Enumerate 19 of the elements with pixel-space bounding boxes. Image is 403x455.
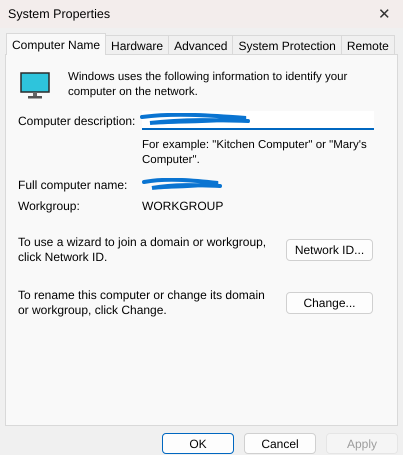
tab[interactable]: Remote [340, 35, 395, 54]
close-button[interactable]: ✕ [374, 5, 395, 23]
field-label: Workgroup: [18, 199, 81, 213]
dialog-button[interactable]: OK [162, 433, 234, 454]
field-label: Computer description: [18, 114, 136, 128]
instruction-text: To rename this computer or change its domain or workgroup, click Change. [18, 288, 266, 318]
instruction-text: To use a wizard to join a domain or workgroup, click Network ID. [18, 235, 268, 265]
tab[interactable]: System Protection [232, 35, 342, 54]
action-button[interactable]: Change... [286, 292, 373, 314]
tab[interactable]: Computer Name [6, 33, 106, 55]
window-title: System Properties [8, 7, 110, 21]
workgroup-value: WORKGROUP [142, 199, 224, 213]
field-label: Full computer name: [18, 178, 128, 192]
action-button[interactable]: Network ID... [286, 239, 373, 261]
monitor-icon [20, 72, 50, 100]
dialog-button[interactable]: Cancel [244, 433, 316, 454]
hint-text: For example: "Kitchen Computer" or "Mary's Computer". [142, 138, 368, 168]
description-field[interactable] [142, 111, 374, 130]
intro-text: Windows uses the following information to identify your computer on the network. [68, 70, 348, 100]
